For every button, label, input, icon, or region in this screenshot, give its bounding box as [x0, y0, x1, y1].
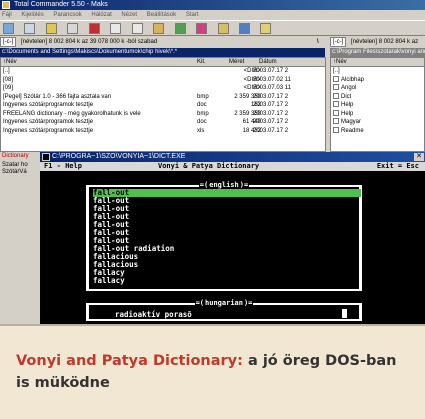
file-row[interactable]: SzótárVá [0, 168, 40, 177]
total-commander-app-icon [2, 1, 10, 9]
file-row[interactable]: Dict [331, 92, 424, 102]
notepad-icon[interactable] [260, 23, 272, 34]
file-row[interactable]: Ingyenes szótárprogramok tesztje doc 162 20… [1, 101, 325, 110]
caption-title: Vonyi and Patya Dictionary: [16, 353, 243, 369]
full-view-icon[interactable] [45, 23, 57, 34]
file-row[interactable]: Alcibhap [331, 75, 424, 85]
english-box-title: =(english)= [198, 181, 250, 189]
screenshot: Total Commander 5.50 - Maks Fájl Kijelöl… [0, 0, 425, 326]
dos-prompt-icon [42, 153, 50, 161]
root-separator[interactable]: \ [317, 37, 329, 48]
dos-screen: =(english)= fall-out fall-out fall-out f… [40, 171, 425, 324]
dos-dictionary-window[interactable]: C:\PROGRA~1\SZO\VONYIA~1\DICT.EXE ✕ F1 -… [40, 152, 425, 324]
hungarian-translation: radioaktív porasõ [115, 310, 192, 319]
forward-icon[interactable] [131, 23, 143, 34]
file-icon [333, 118, 339, 124]
column-date[interactable]: Dátum [259, 58, 277, 67]
file-row[interactable]: Ingyenes szótárprogramok tesztje doc 61 44… [1, 118, 325, 127]
invert-selection-icon[interactable] [88, 23, 100, 34]
file-icon [333, 101, 339, 107]
pack-icon[interactable] [153, 23, 165, 34]
refresh-icon[interactable] [3, 23, 14, 34]
file-row[interactable]: [Pegel] Szótár 1.0 - 366 fajta asztala v… [1, 93, 325, 102]
folder-icon [333, 75, 339, 82]
dos-menu-bar: F1 - Help Vonyi & Patya Dictionary Exit … [40, 162, 425, 171]
left-drive-bar: [-c-] [névtelen] 8 002 804 k az 39 078 0… [0, 37, 250, 48]
exit-key-label[interactable]: Exit = Esc [377, 162, 419, 171]
column-size[interactable]: Méret [229, 58, 244, 67]
left-drive-selector[interactable]: [-c-] [0, 37, 17, 47]
hungarian-box-title: =(hungarian)= [194, 299, 254, 307]
right-path-bar[interactable]: c:\Program Files\szotarak\vonyi and pat [330, 48, 425, 57]
file-row[interactable]: FREELANG dictionary - még gyakorolhatunk… [1, 110, 325, 119]
figure-caption: Vonyi and Patya Dictionary: a jó öreg DO… [0, 328, 425, 419]
total-commander-title: Total Commander 5.50 - Maks [14, 1, 108, 8]
hungarian-box: =(hungarian)= radioaktív porasõ [86, 299, 362, 321]
total-commander-toolbar [0, 20, 425, 36]
english-entry[interactable]: fallacy [93, 277, 125, 285]
dos-window-title: C:\PROGRA~1\SZO\VONYIA~1\DICT.EXE [52, 153, 186, 160]
file-row[interactable]: Magyar [331, 118, 424, 127]
left-column-header: ↑Név Kit. Méret Dátum [1, 58, 325, 67]
menu-item-commands[interactable]: Parancsok [53, 12, 81, 18]
right-drive-selector[interactable]: [-c-] [330, 37, 347, 47]
ftp-icon[interactable] [238, 23, 250, 34]
menu-item-select[interactable]: Kijelölés [21, 12, 43, 18]
right-drive-bar: [-c-] [névtelen] 8 002 804 k az [330, 37, 425, 48]
file-row[interactable]: Readme [331, 126, 424, 136]
right-drive-info: [névtelen] 8 002 804 k az [351, 39, 419, 45]
tree-view-icon[interactable] [67, 23, 79, 34]
menu-item-network[interactable]: Hálózat [91, 12, 111, 18]
file-row[interactable]: Dictionary [2, 152, 40, 161]
file-row[interactable]: [..] [331, 67, 424, 76]
right-file-pane[interactable]: ↑Név [..] Alcibhap Angol Dict Help Help … [330, 57, 425, 152]
file-icon [333, 92, 339, 99]
column-name[interactable]: ↑Név [3, 58, 17, 67]
file-icon [333, 126, 339, 133]
english-box: =(english)= fall-out fall-out fall-out f… [86, 181, 362, 291]
left-drive-info: [névtelen] 8 002 804 k az 39 078 000 k -… [21, 39, 158, 45]
file-row[interactable]: Help [331, 109, 424, 119]
multi-rename-icon[interactable] [217, 23, 229, 34]
dos-window-titlebar[interactable]: C:\PROGRA~1\SZO\VONYIA~1\DICT.EXE ✕ [40, 152, 425, 162]
menu-item-settings[interactable]: Beállítások [147, 12, 176, 18]
total-commander-titlebar: Total Commander 5.50 - Maks [0, 0, 425, 10]
file-icon [333, 109, 339, 116]
menu-item-start[interactable]: Start [186, 12, 199, 18]
left-file-pane[interactable]: ↑Név Kit. Méret Dátum [..] <DIR> 2003.07.1… [0, 57, 326, 152]
menu-item-view[interactable]: Nézet [121, 12, 137, 18]
column-ext[interactable]: Kit. [197, 58, 206, 67]
english-entry-selected[interactable]: fall-out [93, 189, 361, 197]
file-row[interactable]: Angol [331, 84, 424, 93]
right-column-header: ↑Név [331, 58, 424, 67]
total-commander-menubar: Fájl Kijelölés Parancsok Hálózat Nézet B… [0, 10, 425, 20]
left-path-bar[interactable]: c:\Documents and Settings\Makiscs\Dokume… [0, 48, 325, 57]
file-row[interactable]: [09] <DIR> 2003.07.03 11 [1, 84, 325, 93]
back-icon[interactable] [110, 23, 122, 34]
file-row[interactable]: Ingyenes szótárprogramok tesztje xls 18 43… [1, 127, 325, 136]
file-row[interactable]: Help [331, 101, 424, 110]
column-name[interactable]: ↑Név [333, 58, 347, 67]
dictionary-title: Vonyi & Patya Dictionary [158, 162, 260, 170]
file-row[interactable]: [08] <DIR> 2003.07.02 11 [1, 76, 325, 85]
help-key-label[interactable]: F1 - Help [44, 162, 82, 171]
brief-view-icon[interactable] [24, 23, 36, 34]
close-icon[interactable]: ✕ [414, 153, 424, 161]
menu-item-file[interactable]: Fájl [2, 12, 12, 18]
file-row[interactable]: [..] <DIR> 2003.07.17 2 [1, 67, 325, 76]
find-icon[interactable] [196, 23, 208, 34]
text-cursor [342, 309, 347, 318]
file-icon [333, 84, 339, 90]
unpack-icon[interactable] [174, 23, 186, 34]
